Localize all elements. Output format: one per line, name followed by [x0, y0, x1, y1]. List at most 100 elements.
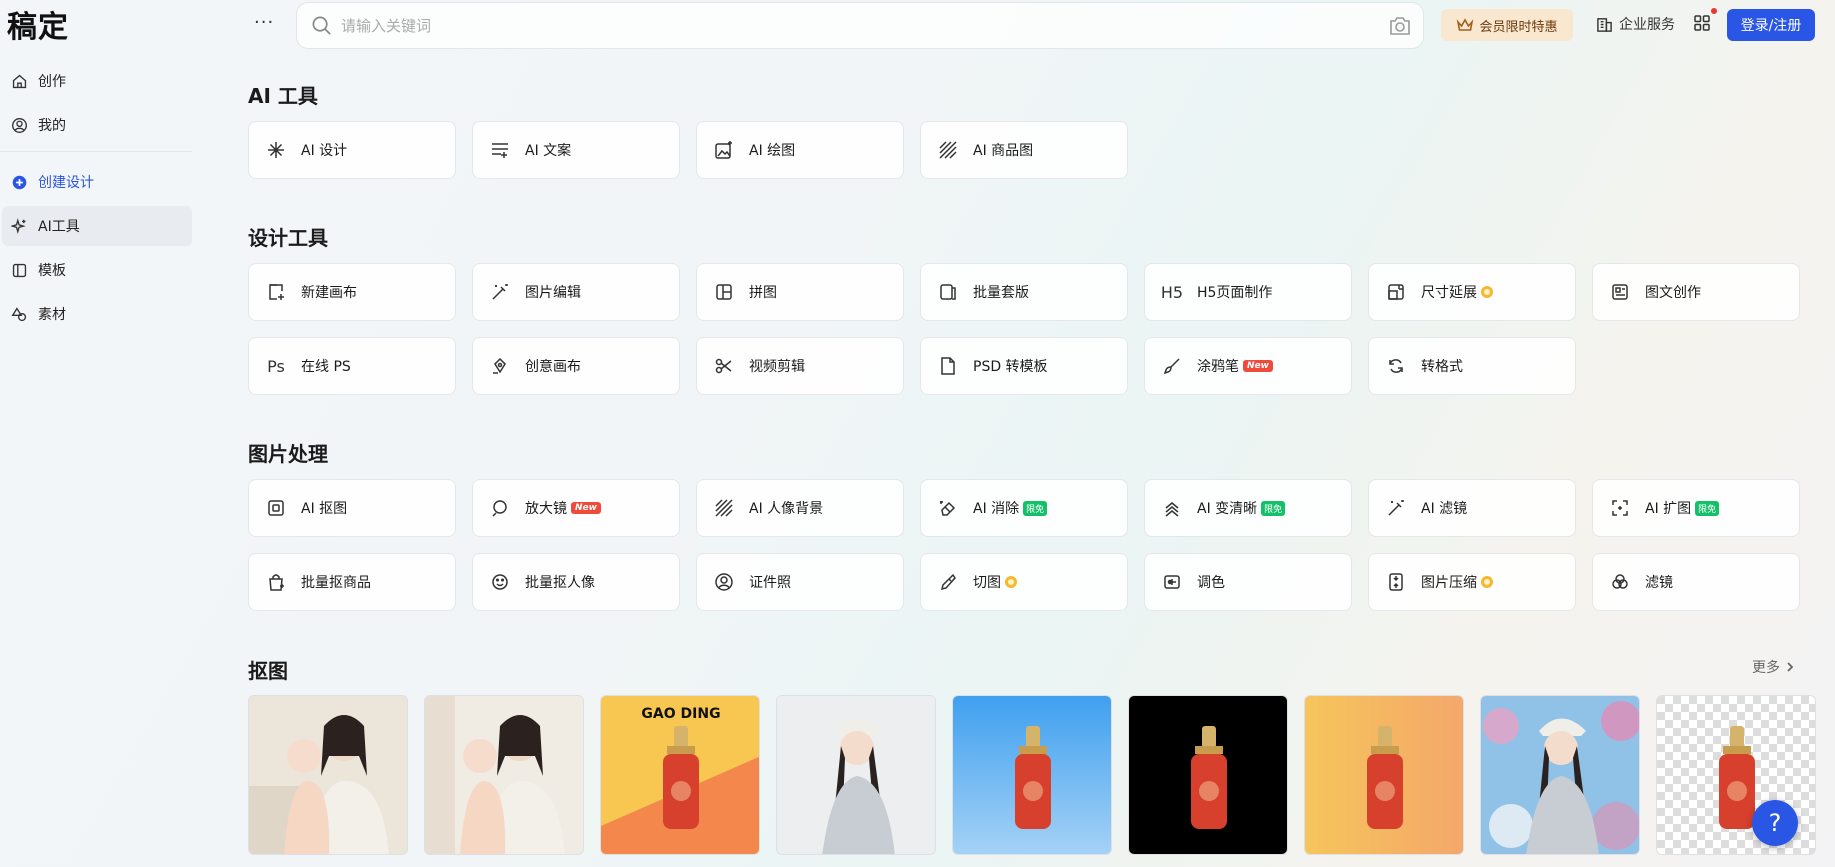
knife-icon [937, 571, 959, 593]
thumbnail-mother-baby-cutout[interactable] [424, 695, 584, 855]
thumbnail-serum-black[interactable] [1128, 695, 1288, 855]
more-menu-button[interactable]: ··· [254, 12, 274, 33]
vip-promo-button[interactable]: 会员限时特惠 [1441, 9, 1573, 41]
ai-tool-card[interactable]: AI 商品图 [920, 121, 1128, 179]
crown-icon [1457, 18, 1474, 31]
image-tool-card[interactable]: 图片压缩 [1368, 553, 1576, 611]
design-tool-card[interactable]: H5 H5页面制作 [1144, 263, 1352, 321]
help-button[interactable]: ? [1752, 800, 1798, 846]
design-tool-card[interactable]: 转格式 [1368, 337, 1576, 395]
image-tool-card[interactable]: AI 扩图 限免 [1592, 479, 1800, 537]
login-register-button[interactable]: 登录/注册 [1727, 9, 1815, 41]
image-tool-card[interactable]: 批量抠商品 [248, 553, 456, 611]
new-badge: New [1243, 360, 1273, 372]
card-label: PSD 转模板 [973, 359, 1048, 375]
sidebar-item-label: 我的 [38, 118, 66, 134]
section-title-ai-tools: AI 工具 [248, 84, 318, 108]
design-tool-card[interactable]: 创意画布 [472, 337, 680, 395]
design-tool-card[interactable]: 图文创作 [1592, 263, 1800, 321]
card-label: 涂鸦笔 [1197, 359, 1239, 375]
sidebar-item-create[interactable]: 创作 [2, 61, 192, 101]
search-bar [296, 2, 1424, 49]
card-label: 批量套版 [973, 285, 1029, 301]
design-tool-card[interactable]: 图片编辑 [472, 263, 680, 321]
scissors-icon [713, 355, 735, 377]
enterprise-service-button[interactable]: 企业服务 [1596, 14, 1675, 34]
magnifier-icon [489, 497, 511, 519]
sidebar-item-ai-tools[interactable]: AI工具 [2, 206, 192, 246]
section-title-image-processing: 图片处理 [248, 442, 328, 466]
image-tool-card[interactable]: AI 变清晰 限免 [1144, 479, 1352, 537]
logo[interactable]: 稿定 [7, 2, 69, 46]
image-tool-card[interactable]: 证件照 [696, 553, 904, 611]
card-label: AI 人像背景 [749, 501, 824, 517]
plus-circle-icon [10, 173, 28, 191]
card-label: 证件照 [749, 575, 791, 591]
ai-tool-card[interactable]: AI 绘图 [696, 121, 904, 179]
sidebar-item-mine[interactable]: 我的 [2, 105, 192, 145]
design-tool-card[interactable]: 涂鸦笔 New [1144, 337, 1352, 395]
card-label: AI 绘图 [749, 143, 796, 159]
card-label: 滤镜 [1645, 575, 1673, 591]
image-tool-card[interactable]: 切图 [920, 553, 1128, 611]
sidebar-item-create-design[interactable]: 创建设计 [2, 162, 192, 202]
thumbnail-serum-gaoding[interactable]: GAO DING [600, 695, 760, 855]
sharpen-icon [1161, 497, 1183, 519]
sidebar-item-materials[interactable]: 素材 [2, 294, 192, 334]
design-tool-card[interactable]: 新建画布 [248, 263, 456, 321]
design-tool-card[interactable]: PSD 转模板 [920, 337, 1128, 395]
new-badge: New [571, 502, 601, 514]
free-badge: 限免 [1695, 500, 1720, 516]
more-link[interactable]: 更多 [1752, 657, 1796, 677]
image-tool-card[interactable]: AI 消除 限免 [920, 479, 1128, 537]
search-icon [311, 15, 333, 37]
text-lines-icon [489, 139, 511, 161]
card-label: H5页面制作 [1197, 285, 1273, 301]
design-tool-card[interactable]: 拼图 [696, 263, 904, 321]
building-icon [1597, 17, 1612, 32]
card-label: AI 商品图 [973, 143, 1034, 159]
card-label: AI 抠图 [301, 501, 348, 517]
magic-wand-icon [489, 281, 511, 303]
image-tool-card[interactable]: AI 滤镜 [1368, 479, 1576, 537]
design-tool-card[interactable]: 视频剪辑 [696, 337, 904, 395]
thumbnail-serum-blue[interactable] [952, 695, 1112, 855]
image-tool-card[interactable]: AI 人像背景 [696, 479, 904, 537]
vip-label: 会员限时特惠 [1479, 19, 1558, 35]
thumbnail-mother-baby[interactable] [248, 695, 408, 855]
more-label: 更多 [1752, 660, 1780, 676]
resize-icon [1385, 281, 1407, 303]
image-tool-card[interactable]: 批量抠人像 [472, 553, 680, 611]
sidebar-item-label: 创作 [38, 74, 66, 90]
chevron-right-icon [1787, 662, 1794, 672]
card-label: 创意画布 [525, 359, 581, 375]
image-tool-card[interactable]: 放大镜 New [472, 479, 680, 537]
notification-dot [1711, 8, 1717, 14]
sparkle-icon [265, 139, 287, 161]
convert-icon [1385, 355, 1407, 377]
card-label: 切图 [973, 575, 1001, 591]
image-tool-card[interactable]: AI 抠图 [248, 479, 456, 537]
thumbnail-serum-orange[interactable] [1304, 695, 1464, 855]
ps-icon: Ps [267, 356, 285, 376]
card-label: 新建画布 [301, 285, 357, 301]
apps-button[interactable] [1693, 8, 1717, 32]
design-tool-card[interactable]: 尺寸延展 [1368, 263, 1576, 321]
thumbnail-girl-portrait[interactable] [776, 695, 936, 855]
card-label: AI 扩图 [1645, 501, 1692, 517]
thumbnail-girl-butterflies[interactable] [1480, 695, 1640, 855]
divider [0, 151, 192, 152]
design-tool-card[interactable]: 批量套版 [920, 263, 1128, 321]
search-input[interactable] [341, 16, 1341, 35]
sidebar-item-templates[interactable]: 模板 [2, 250, 192, 290]
new-canvas-icon [265, 281, 287, 303]
ai-tool-card[interactable]: AI 文案 [472, 121, 680, 179]
card-label: 拼图 [749, 285, 777, 301]
image-tool-card[interactable]: 调色 [1144, 553, 1352, 611]
image-tool-card[interactable]: 滤镜 [1592, 553, 1800, 611]
card-label: 调色 [1197, 575, 1225, 591]
camera-icon[interactable] [1389, 16, 1411, 40]
file-icon [937, 355, 959, 377]
design-tool-card[interactable]: Ps 在线 PS [248, 337, 456, 395]
ai-tool-card[interactable]: AI 设计 [248, 121, 456, 179]
